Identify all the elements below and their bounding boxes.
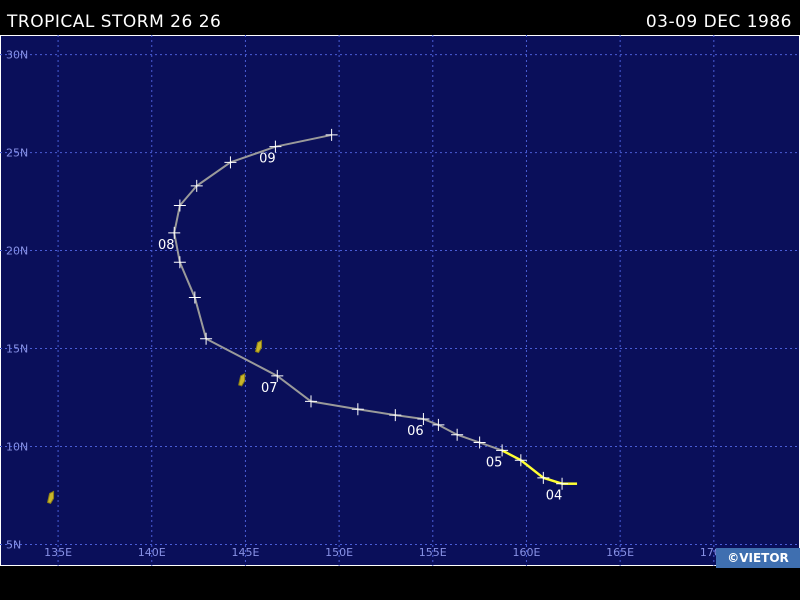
lon-label: 155E	[419, 546, 447, 559]
lon-label: 145E	[231, 546, 259, 559]
lat-label: 20N	[6, 245, 28, 258]
credit-badge: ©VIETOR	[716, 548, 800, 568]
day-label: 04	[546, 489, 563, 504]
lon-label: 165E	[606, 546, 634, 559]
lon-label: 160E	[512, 546, 540, 559]
lat-label: 5N	[6, 538, 21, 551]
lat-label: 15N	[6, 343, 28, 356]
lat-label: 10N	[6, 440, 28, 453]
lat-label: 30N	[6, 49, 28, 62]
day-label: 07	[261, 381, 278, 396]
track-map[interactable]: 5N 10N 15N 20N 25N 30N 135E 140E 145E 150E 155E 160…	[0, 0, 800, 600]
lon-label: 140E	[138, 546, 166, 559]
ocean-area	[0, 35, 800, 566]
lat-label: 25N	[6, 147, 28, 160]
day-label: 05	[486, 455, 503, 470]
lon-label: 150E	[325, 546, 353, 559]
day-label: 09	[259, 152, 276, 167]
lon-label: 135E	[44, 546, 72, 559]
day-label: 08	[158, 238, 175, 253]
day-label: 06	[407, 424, 424, 439]
